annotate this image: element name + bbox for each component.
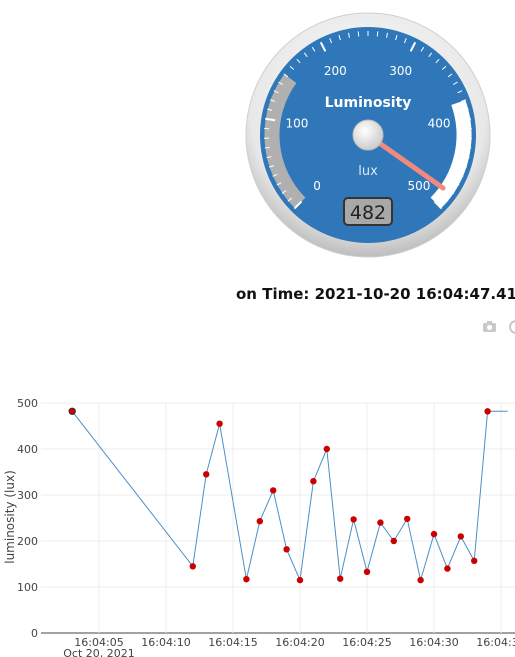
data-point[interactable] bbox=[68, 407, 76, 415]
data-point[interactable] bbox=[283, 546, 290, 553]
x-tick-label: 16:04:10 bbox=[141, 636, 190, 649]
gauge-needle-hub bbox=[352, 119, 384, 151]
y-tick-label: 200 bbox=[17, 535, 38, 548]
data-point[interactable] bbox=[484, 408, 491, 415]
gauge-tick-label: 400 bbox=[428, 117, 451, 131]
x-tick-label: 16:04:30 bbox=[409, 636, 458, 649]
data-point[interactable] bbox=[417, 576, 424, 584]
data-point[interactable] bbox=[256, 518, 263, 525]
x-tick-label: 16:04:35 bbox=[476, 636, 515, 649]
luminosity-gauge: 0 100 200 300 400 500 Luminosity lux 482 bbox=[243, 10, 493, 260]
data-point[interactable] bbox=[430, 530, 438, 538]
data-point[interactable] bbox=[457, 533, 464, 540]
timestamp-label: on Time: 2021-10-20 16:04:47.410 bbox=[236, 285, 515, 303]
chart-gridlines bbox=[41, 402, 515, 634]
luminosity-chart[interactable]: 0 100 200 300 400 500 16:04:05 16:04:10 16:04:1… bbox=[0, 385, 515, 657]
y-tick-label: 100 bbox=[17, 581, 38, 594]
data-point[interactable] bbox=[337, 575, 344, 582]
data-point[interactable] bbox=[310, 478, 317, 485]
data-point[interactable] bbox=[203, 471, 210, 478]
gauge-tick-label: 100 bbox=[285, 117, 308, 131]
series-line bbox=[71, 410, 508, 582]
y-tick-label: 300 bbox=[17, 489, 38, 502]
x-tick-label: 16:04:15 bbox=[208, 636, 257, 649]
data-point[interactable] bbox=[323, 445, 330, 453]
y-tick-label: 500 bbox=[17, 397, 38, 410]
camera-icon[interactable] bbox=[483, 321, 496, 332]
data-point[interactable] bbox=[444, 565, 451, 572]
y-axis-label: luminosity (lux) bbox=[3, 470, 17, 564]
gauge-readout-value: 482 bbox=[350, 202, 386, 224]
data-point[interactable] bbox=[189, 563, 196, 570]
chart-modebar bbox=[482, 318, 515, 336]
x-tick-labels: 16:04:05 16:04:10 16:04:15 16:04:20 16:04:25… bbox=[74, 636, 515, 649]
y-tick-label: 400 bbox=[17, 443, 38, 456]
y-tick-labels: 0 100 200 300 400 500 bbox=[17, 397, 38, 640]
data-point[interactable] bbox=[243, 576, 250, 583]
data-point[interactable] bbox=[390, 537, 397, 545]
gauge-unit: lux bbox=[358, 164, 378, 179]
data-point[interactable] bbox=[377, 519, 384, 526]
data-point[interactable] bbox=[270, 487, 277, 494]
data-point[interactable] bbox=[363, 568, 371, 575]
data-point[interactable] bbox=[404, 515, 411, 523]
x-tick-label: 16:04:20 bbox=[275, 636, 324, 649]
gauge-tick-label: 300 bbox=[389, 64, 412, 78]
gauge-title: Luminosity bbox=[325, 95, 412, 111]
zoom-icon[interactable] bbox=[509, 320, 515, 334]
gauge-tick bbox=[466, 146, 472, 149]
x-tick-label: 16:04:25 bbox=[342, 636, 391, 649]
data-point[interactable] bbox=[296, 576, 304, 584]
data-point[interactable] bbox=[471, 557, 478, 564]
gauge-tick-label: 500 bbox=[407, 179, 430, 193]
data-point[interactable] bbox=[350, 516, 357, 523]
x-date-label: Oct 20, 2021 bbox=[63, 647, 135, 657]
gauge-tick-label: 200 bbox=[324, 64, 347, 78]
data-point[interactable] bbox=[216, 420, 223, 427]
gauge-tick-label: 0 bbox=[313, 179, 321, 193]
y-tick-label: 0 bbox=[31, 627, 38, 640]
gauge-tick bbox=[264, 146, 270, 149]
